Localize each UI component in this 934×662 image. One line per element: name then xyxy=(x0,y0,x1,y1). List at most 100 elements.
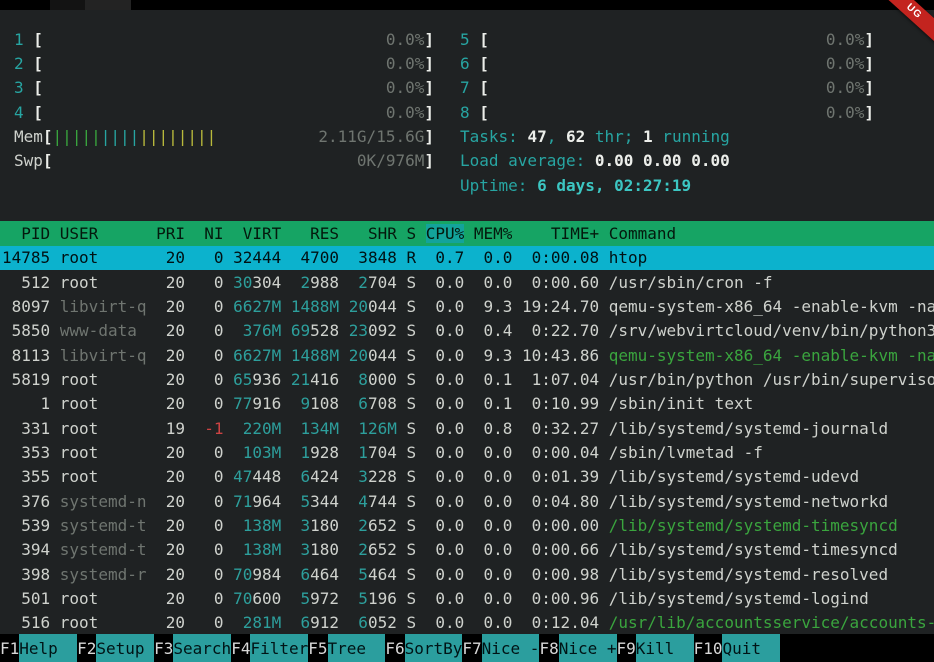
cpu-percent-cell: 0.0 xyxy=(426,540,465,559)
pid-cell: 331 xyxy=(2,419,50,438)
process-row-353[interactable]: 353root200103M19281704S0.00.00:00.04/sbi… xyxy=(0,440,934,464)
cpu-meter-value: 0.0% xyxy=(386,30,425,49)
command-cell: /usr/lib/accountsservice/accounts- xyxy=(609,613,934,632)
cpu-meter-value: 0.0% xyxy=(826,30,865,49)
state-cell: S xyxy=(406,394,416,413)
cpu-percent-cell: 0.0 xyxy=(426,419,465,438)
nice-cell: 0 xyxy=(195,370,224,389)
user-cell: root xyxy=(60,273,147,292)
process-row-512[interactable]: 512root2003030429882704S0.00.00:00.60/us… xyxy=(0,270,934,294)
process-row-355[interactable]: 355root2004744864243228S0.00.00:01.39/li… xyxy=(0,465,934,489)
mem-percent-cell: 0.0 xyxy=(474,467,513,486)
column-header-res[interactable]: RES xyxy=(291,224,339,243)
state-cell: S xyxy=(406,346,416,365)
nice-cell: 0 xyxy=(195,516,224,535)
column-header-pri[interactable]: PRI xyxy=(156,224,185,243)
process-row-516[interactable]: 516root200281M69126052S0.00.00:12.04/usr… xyxy=(0,611,934,634)
cpu-percent-cell: 0.0 xyxy=(426,321,465,340)
pid-cell: 14785 xyxy=(2,248,50,267)
fnkey-f6[interactable]: F6SortBy xyxy=(385,634,462,662)
fnkey-f5[interactable]: F5Tree xyxy=(308,634,385,662)
column-header-ni[interactable]: NI xyxy=(195,224,224,243)
column-header-shr[interactable]: SHR xyxy=(349,224,397,243)
fnkey-f1[interactable]: F1Help xyxy=(0,634,77,662)
column-header-mem[interactable]: MEM% xyxy=(474,224,513,243)
fnkey-f9[interactable]: F9Kill xyxy=(617,634,694,662)
time-cell: 0:01.39 xyxy=(522,467,599,486)
fnkey-f10[interactable]: F10Quit xyxy=(694,634,781,662)
process-row-398[interactable]: 398systemd-r2007098464645464S0.00.00:00.… xyxy=(0,562,934,586)
top-strip xyxy=(0,0,934,10)
swap-meter: Swp[0K/976M] xyxy=(14,149,434,173)
mem-percent-cell: 0.4 xyxy=(474,321,513,340)
column-header-cpu[interactable]: CPU% xyxy=(426,224,465,243)
memory-used-bars: ||||| xyxy=(53,127,101,146)
nice-cell: 0 xyxy=(195,248,224,267)
cpu-meter-number: 2 xyxy=(14,54,24,73)
process-row-5819[interactable]: 5819root20065936214168000S0.00.11:07.04/… xyxy=(0,367,934,391)
fnkey-f7[interactable]: F7Nice - xyxy=(462,634,539,662)
user-cell: root xyxy=(60,370,147,389)
command-cell: qemu-system-x86_64 -enable-kvm -na xyxy=(609,297,934,316)
process-row-5850[interactable]: 5850www-data200376M6952823092S0.00.40:22… xyxy=(0,319,934,343)
process-row-394[interactable]: 394systemd-t200138M31802652S0.00.00:00.6… xyxy=(0,538,934,562)
fnkey-f2[interactable]: F2Setup xyxy=(77,634,154,662)
process-row-376[interactable]: 376systemd-n2007196453444744S0.00.00:04.… xyxy=(0,489,934,513)
process-row-1[interactable]: 1root2007791691086708S0.00.10:10.99/sbin… xyxy=(0,392,934,416)
top-strip-segment xyxy=(85,0,131,10)
time-cell: 0:00.04 xyxy=(522,443,599,462)
command-cell: /lib/systemd/systemd-logind xyxy=(609,589,934,608)
nice-cell: 0 xyxy=(195,540,224,559)
column-header-s[interactable]: S xyxy=(406,224,416,243)
user-cell: libvirt-q xyxy=(60,297,147,316)
column-header-user[interactable]: USER xyxy=(60,224,147,243)
cpu-meter-1: 1 [0.0%] xyxy=(14,27,434,51)
fnkey-f4[interactable]: F4Filter xyxy=(231,634,308,662)
pid-cell: 1 xyxy=(2,394,50,413)
user-cell: root xyxy=(60,248,147,267)
time-cell: 0:12.04 xyxy=(522,613,599,632)
priority-cell: 19 xyxy=(156,419,185,438)
cpu-meter-value: 0.0% xyxy=(386,54,425,73)
fnkey-label: Setup xyxy=(96,634,154,662)
process-row-331[interactable]: 331root19-1220M134M126MS0.00.80:32.27/li… xyxy=(0,416,934,440)
table-header-row: PID USER PRI NI VIRT RES SHR S CPU% MEM% TIME+ Comm… xyxy=(0,221,934,245)
column-header-pid[interactable]: PID xyxy=(2,224,50,243)
process-row-501[interactable]: 501root2007060059725196S0.00.00:00.96/li… xyxy=(0,586,934,610)
state-cell: S xyxy=(406,443,416,462)
command-cell: /sbin/lvmetad -f xyxy=(609,443,934,462)
state-cell: S xyxy=(406,589,416,608)
command-cell: /sbin/init text xyxy=(609,394,934,413)
nice-cell: 0 xyxy=(195,492,224,511)
column-header-virt[interactable]: VIRT xyxy=(233,224,281,243)
system-meters: 1 [0.0%]2 [0.0%]3 [0.0%]4 [0.0%]Mem[||||… xyxy=(0,10,934,197)
process-row-14785[interactable]: 14785root2003244447003848R0.70.00:00.08h… xyxy=(0,246,934,270)
cpu-meter-5: 5 [0.0%] xyxy=(460,27,874,51)
fnkey-number: F7 xyxy=(462,634,481,662)
process-row-8097[interactable]: 8097libvirt-q2006627M1488M20044S0.09.319… xyxy=(0,294,934,318)
mem-percent-cell: 0.0 xyxy=(474,589,513,608)
running-count: 1 xyxy=(643,127,653,146)
mem-percent-cell: 0.0 xyxy=(474,565,513,584)
column-header-time[interactable]: TIME+ xyxy=(522,224,599,243)
fnkey-f3[interactable]: F3Search xyxy=(154,634,231,662)
meters-right-column: 5 [0.0%]6 [0.0%]7 [0.0%]8 [0.0%]Tasks: 4… xyxy=(434,27,934,197)
user-cell: root xyxy=(60,443,147,462)
column-header-command[interactable]: Command xyxy=(609,224,934,243)
priority-cell: 20 xyxy=(156,443,185,462)
fnkey-f8[interactable]: F8Nice + xyxy=(539,634,616,662)
memory-cache-bars: |||||||| xyxy=(139,127,216,146)
cpu-percent-cell: 0.0 xyxy=(426,370,465,389)
process-row-8113[interactable]: 8113libvirt-q2006627M1488M20044S0.09.310… xyxy=(0,343,934,367)
process-row-539[interactable]: 539systemd-t200138M31802652S0.00.00:00.0… xyxy=(0,513,934,537)
time-cell: 0:00.96 xyxy=(522,589,599,608)
fnkey-label: Filter xyxy=(250,634,308,662)
state-cell: S xyxy=(406,565,416,584)
cpu-meter-6: 6 [0.0%] xyxy=(460,51,874,75)
time-cell: 0:00.66 xyxy=(522,540,599,559)
cpu-percent-cell: 0.0 xyxy=(426,467,465,486)
command-cell: /srv/webvirtcloud/venv/bin/python3 xyxy=(609,321,934,340)
mem-percent-cell: 9.3 xyxy=(474,346,513,365)
cpu-meter-number: 6 xyxy=(460,54,470,73)
user-cell: www-data xyxy=(60,321,147,340)
